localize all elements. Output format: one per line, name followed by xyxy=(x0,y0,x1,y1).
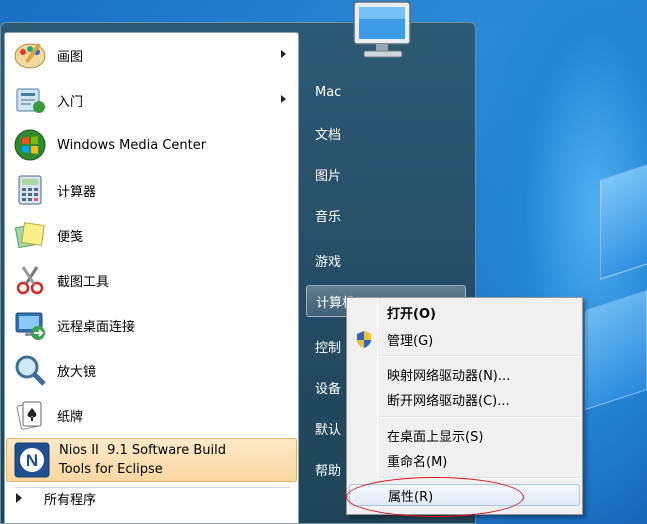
windows-logo-fragment xyxy=(585,289,647,411)
ctx-separator xyxy=(381,355,579,357)
menu-item-magnifier[interactable]: 放大镜 xyxy=(5,348,298,392)
programs-pane: 画图 入门 Windows Media Center 计算器 便笺 截图工具 远… xyxy=(4,32,299,524)
ctx-item-rename[interactable]: 重命名(M) xyxy=(349,449,580,471)
getting-started-icon xyxy=(11,81,49,119)
ctx-separator xyxy=(381,416,579,418)
menu-item-snipping-tool[interactable]: 截图工具 xyxy=(5,258,298,302)
menu-item-getting-started[interactable]: 入门 xyxy=(5,78,298,122)
menu-item-label: 计算器 xyxy=(57,184,97,200)
uac-shield-icon xyxy=(357,331,371,348)
menu-item-solitaire[interactable]: 纸牌 xyxy=(5,393,298,437)
menu-item-remote-desktop[interactable]: 远程桌面连接 xyxy=(5,303,298,347)
menu-item-media-center[interactable]: Windows Media Center xyxy=(5,123,298,167)
menu-item-label: 纸牌 xyxy=(57,409,84,425)
nios-label-line2: Tools for Eclipse xyxy=(59,462,163,477)
submenu-arrow-icon xyxy=(281,50,286,58)
svg-text:N: N xyxy=(26,451,38,470)
ctx-item-map-network-drive[interactable]: 映射网络驱动器(N)... xyxy=(349,363,580,385)
menu-item-label: 画图 xyxy=(57,49,84,65)
computer-icon xyxy=(353,1,411,58)
snipping-tool-icon xyxy=(11,261,49,299)
submenu-arrow-icon xyxy=(281,95,286,103)
menu-item-calculator[interactable]: 计算器 xyxy=(5,168,298,212)
ctx-item-disconnect-network-drive[interactable]: 断开网络驱动器(C)... xyxy=(349,388,580,410)
annotation-circle xyxy=(346,477,524,517)
media-center-icon xyxy=(11,126,49,164)
ctx-item-manage[interactable]: 管理(G) xyxy=(349,328,580,350)
sticky-notes-icon xyxy=(11,216,49,254)
expand-arrow-icon xyxy=(16,493,22,503)
menu-item-label: 远程桌面连接 xyxy=(57,319,136,335)
all-programs-label: 所有程序 xyxy=(44,492,97,508)
windows-logo-fragment xyxy=(600,160,647,280)
menu-item-label: 便笺 xyxy=(57,229,84,245)
solitaire-icon xyxy=(11,396,49,434)
ctx-item-label: 管理(G) xyxy=(387,333,434,349)
right-link-mac[interactable]: Mac xyxy=(306,76,466,108)
menu-item-label: Windows Media Center xyxy=(57,137,207,153)
paint-icon xyxy=(11,36,49,74)
right-link-documents[interactable]: 文档 xyxy=(306,117,466,149)
ctx-item-show-on-desktop[interactable]: 在桌面上显示(S) xyxy=(349,424,580,446)
right-link-pictures[interactable]: 图片 xyxy=(306,158,466,190)
menu-item-label: 入门 xyxy=(57,94,84,110)
magnifier-icon xyxy=(11,351,49,389)
ctx-item-open[interactable]: 打开(O) xyxy=(349,301,580,323)
nios-label-line1: Nios II 9.1 Software Build xyxy=(59,443,227,458)
right-link-music[interactable]: 音乐 xyxy=(306,199,466,231)
calculator-icon xyxy=(11,171,49,209)
menu-item-label: 截图工具 xyxy=(57,274,110,290)
right-link-games[interactable]: 游戏 xyxy=(306,244,466,276)
all-programs-button[interactable]: 所有程序 xyxy=(4,476,297,520)
menu-item-paint[interactable]: 画图 xyxy=(5,33,298,77)
menu-item-label: 放大镜 xyxy=(57,364,97,380)
remote-desktop-icon xyxy=(11,306,49,344)
nios-icon: N xyxy=(13,441,51,479)
menu-item-sticky-notes[interactable]: 便笺 xyxy=(5,213,298,257)
menu-item-label: Nios II 9.1 Software Build Tools for Ecl… xyxy=(59,441,226,479)
